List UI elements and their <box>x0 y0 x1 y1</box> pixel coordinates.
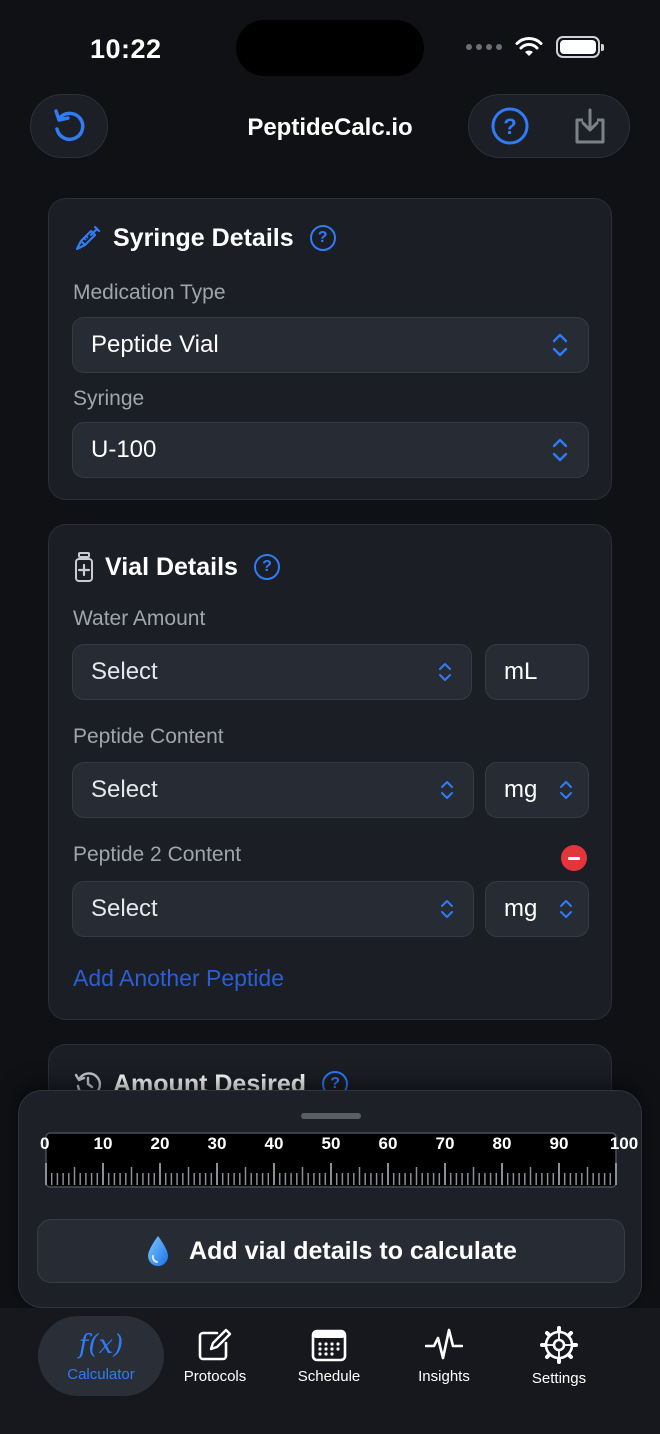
updown-chevron-icon <box>437 660 453 684</box>
syringe-select[interactable]: U-100 <box>72 422 589 478</box>
syringe-label: Syringe <box>73 387 145 410</box>
ruler-tick-label: 50 <box>322 1134 341 1153</box>
tab-insights[interactable]: Insights <box>381 1316 507 1396</box>
updown-chevron-icon <box>550 331 570 359</box>
medication-type-label: Medication Type <box>73 281 226 304</box>
status-icons <box>466 36 604 58</box>
peptide-content-select[interactable]: Select <box>72 762 474 818</box>
tab-protocols-label: Protocols <box>183 1367 247 1385</box>
vial-help-icon[interactable]: ? <box>253 554 280 580</box>
water-amount-label: Water Amount <box>73 607 206 630</box>
tab-calculator-label: Calculator <box>67 1365 135 1383</box>
syringe-card-title: Syringe Details <box>113 223 294 252</box>
tab-settings[interactable]: Settings <box>496 1316 622 1396</box>
peptide-content-value: Select <box>91 776 158 803</box>
syringe-icon <box>75 225 101 251</box>
ruler-tick-label: 0 <box>40 1134 49 1153</box>
medication-type-value: Peptide Vial <box>91 331 219 358</box>
syringe-ruler: 0 10 20 30 40 50 60 70 80 90 100 <box>40 1132 638 1188</box>
add-another-peptide-link[interactable]: Add Another Peptide <box>73 965 284 992</box>
vial-icon <box>75 552 93 582</box>
ruler-tick-label: 70 <box>436 1134 455 1153</box>
header-actions: ? <box>468 94 630 158</box>
updown-chevron-icon <box>558 897 574 921</box>
pulse-icon <box>425 1328 463 1359</box>
water-unit-value: mL <box>504 658 538 685</box>
calendar-icon <box>311 1329 347 1361</box>
ruler-tick-label: 80 <box>493 1134 512 1153</box>
peptide2-unit-select[interactable]: mg <box>485 881 589 937</box>
tab-protocols[interactable]: Protocols <box>152 1316 278 1396</box>
water-amount-select[interactable]: Select <box>72 644 472 700</box>
water-amount-value: Select <box>91 658 158 685</box>
water-drop-icon <box>148 1236 169 1266</box>
tab-schedule[interactable]: Schedule <box>266 1316 392 1396</box>
peptide2-content-label: Peptide 2 Content <box>73 843 242 866</box>
ruler-tick-label: 60 <box>379 1134 398 1153</box>
ruler-tick-label: 100 <box>610 1134 638 1153</box>
syringe-details-card: Syringe Details ? Medication Type Peptid… <box>48 198 612 500</box>
medication-type-select[interactable]: Peptide Vial <box>72 317 589 373</box>
vial-details-card: Vial Details ? Water Amount Select mL Pe… <box>48 524 612 1020</box>
remove-peptide2-button[interactable] <box>561 845 587 871</box>
export-icon[interactable] <box>571 106 609 146</box>
tab-schedule-label: Schedule <box>297 1367 361 1385</box>
peptide2-content-value: Select <box>91 895 158 922</box>
syringe-help-icon[interactable]: ? <box>309 225 336 251</box>
peptide2-unit-value: mg <box>504 895 538 922</box>
peptide-unit-value: mg <box>504 776 538 803</box>
minus-icon <box>568 856 580 860</box>
updown-chevron-icon <box>558 778 574 802</box>
sheet-grabber[interactable] <box>301 1113 361 1119</box>
ruler-tick-label: 30 <box>208 1134 227 1153</box>
ruler-tick-label: 90 <box>550 1134 569 1153</box>
ruler-tick-label: 40 <box>265 1134 284 1153</box>
tab-settings-label: Settings <box>531 1369 587 1387</box>
peptide-content-label: Peptide Content <box>73 725 224 748</box>
calculate-button-label: Add vial details to calculate <box>189 1236 517 1265</box>
tab-calculator[interactable]: f(x) Calculator <box>38 1316 164 1396</box>
gear-icon <box>540 1325 578 1364</box>
vial-card-title: Vial Details <box>105 552 238 581</box>
app-header: PeptideCalc.io ? <box>0 92 660 162</box>
water-unit-box: mL <box>485 644 589 700</box>
help-icon[interactable]: ? <box>490 106 530 146</box>
peptide-unit-select[interactable]: mg <box>485 762 589 818</box>
status-time: 10:22 <box>90 34 162 64</box>
vial-card-header: Vial Details ? <box>73 551 280 583</box>
dynamic-island <box>236 20 424 76</box>
updown-chevron-icon <box>550 436 570 464</box>
syringe-value: U-100 <box>91 436 157 463</box>
battery-icon <box>556 36 604 58</box>
ruler-tick-label: 10 <box>94 1134 113 1153</box>
peptide2-content-select[interactable]: Select <box>72 881 474 937</box>
tab-bar: f(x) Calculator Protocols Schedule Insig… <box>0 1308 660 1434</box>
cellular-signal-icon <box>466 44 502 50</box>
syringe-card-header: Syringe Details ? <box>73 223 336 253</box>
updown-chevron-icon <box>439 897 455 921</box>
calculate-button[interactable]: Add vial details to calculate <box>37 1219 625 1283</box>
edit-icon <box>198 1328 232 1360</box>
updown-chevron-icon <box>439 778 455 802</box>
ruler-tick-label: 20 <box>151 1134 170 1153</box>
calculation-sheet: 0 10 20 30 40 50 60 70 80 90 100 Add vial details … <box>18 1090 642 1308</box>
wifi-icon <box>515 37 543 56</box>
svg-text:?: ? <box>503 114 516 139</box>
function-icon: f(x) <box>78 1329 124 1360</box>
tab-insights-label: Insights <box>418 1367 470 1385</box>
status-bar: 10:22 <box>0 0 660 96</box>
